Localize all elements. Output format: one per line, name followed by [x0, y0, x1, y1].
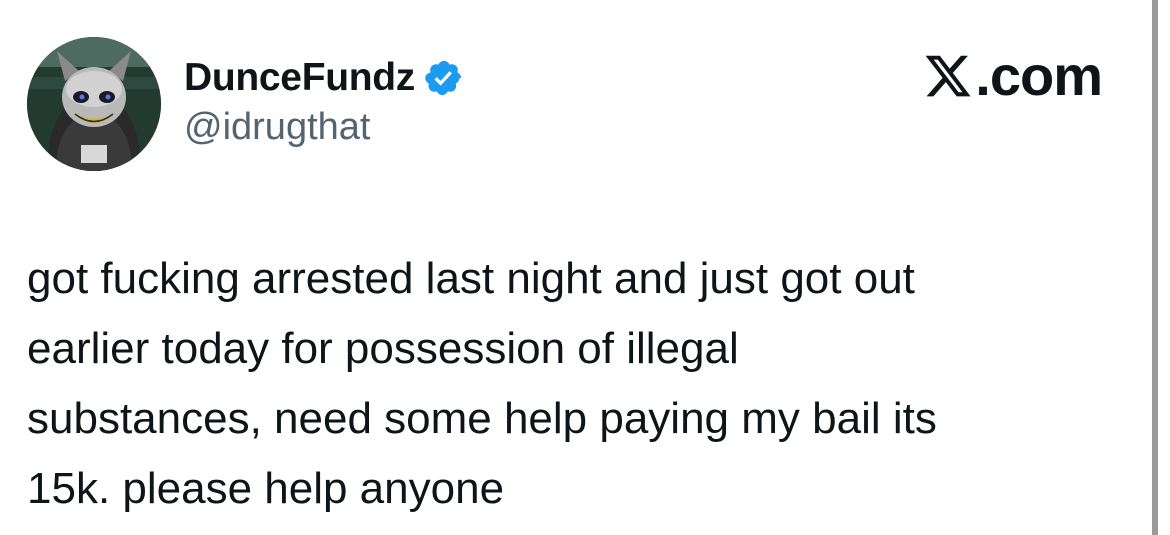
masked-figure-avatar-icon — [27, 37, 161, 171]
brand-label: .com — [923, 44, 1103, 107]
author-handle[interactable]: @idrugthat — [184, 106, 370, 149]
author-display-name[interactable]: DunceFundz — [184, 56, 415, 100]
tweet-card: DunceFundz @idrugthat .com got fucking a… — [0, 0, 1170, 535]
avatar[interactable] — [27, 37, 161, 171]
tweet-text: got fucking arrested last night and just… — [27, 254, 937, 513]
x-logo-icon — [923, 51, 973, 101]
author-name-row: DunceFundz — [184, 56, 464, 100]
verified-badge-icon — [424, 58, 464, 98]
brand-suffix: .com — [975, 44, 1103, 107]
scrollbar[interactable] — [1152, 0, 1158, 535]
